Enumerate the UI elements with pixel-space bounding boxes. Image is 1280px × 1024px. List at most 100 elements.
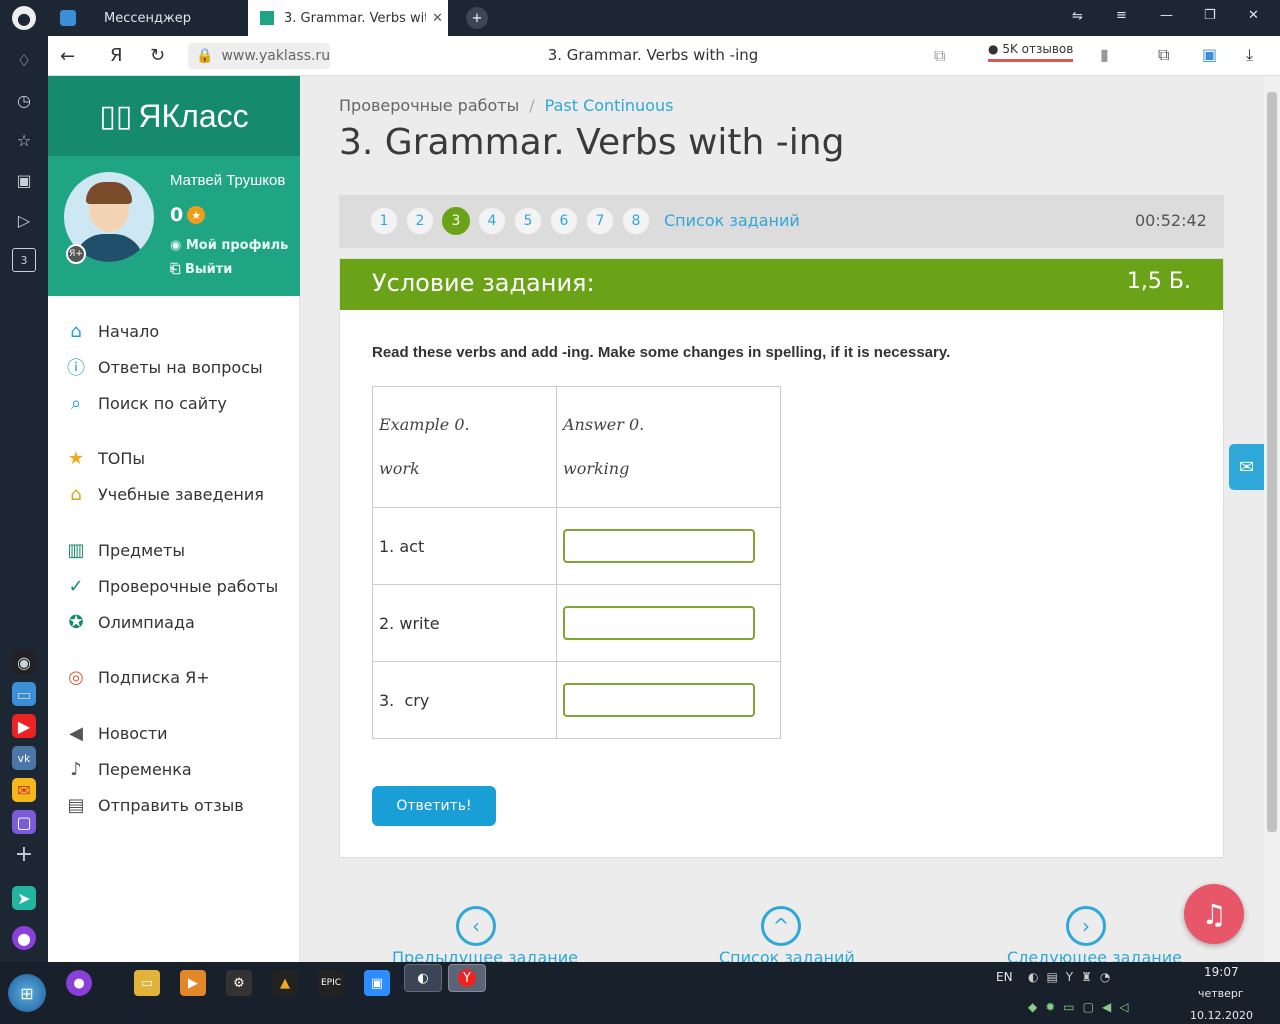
answer-input-2[interactable]: [563, 606, 755, 640]
explorer-icon[interactable]: ▭: [134, 970, 160, 996]
back-icon[interactable]: ←: [60, 46, 75, 67]
task-list-up-icon[interactable]: ^: [761, 906, 801, 946]
table-row: 2. write: [372, 584, 781, 662]
answer-input-1[interactable]: [563, 529, 755, 563]
next-task-link[interactable]: Следующее задание: [1007, 948, 1182, 962]
close-tab-icon[interactable]: ✕: [432, 11, 443, 26]
task-list-bottom-link[interactable]: Список заданий: [719, 948, 855, 962]
url-field[interactable]: 🔒 www.yaklass.ru: [188, 43, 330, 69]
bookmarks-panel-icon[interactable]: ⇋: [1072, 9, 1083, 24]
tabs-count-icon[interactable]: 3: [12, 248, 36, 272]
alice-app-icon[interactable]: ◉: [12, 650, 36, 674]
sidebar-item-home[interactable]: ⌂ Начало: [64, 319, 159, 343]
mail-icon[interactable]: ✉: [12, 778, 36, 802]
restore-icon[interactable]: ❐: [1204, 8, 1216, 23]
new-tab-icon[interactable]: +: [466, 7, 488, 29]
step-8[interactable]: 8: [622, 207, 650, 235]
feedback-mail-button[interactable]: ✉: [1229, 444, 1264, 490]
breadcrumb-parent[interactable]: Проверочные работы: [339, 96, 519, 115]
image-ext-icon[interactable]: ▣: [1202, 45, 1217, 64]
scrollbar-thumb[interactable]: [1267, 92, 1277, 832]
logo[interactable]: ▯▯ ЯКласс: [48, 76, 300, 156]
submit-button[interactable]: Ответить!: [372, 786, 496, 826]
tab-active[interactable]: 3. Grammar. Verbs with ✕: [248, 0, 448, 36]
step-1[interactable]: 1: [370, 207, 398, 235]
sidebar-item-news[interactable]: ◀ Новости: [64, 721, 168, 745]
step-3[interactable]: 3: [442, 207, 470, 235]
extensions-icon[interactable]: ⧉: [1158, 45, 1169, 65]
sidebar-item-schools[interactable]: ⌂ Учебные заведения: [64, 482, 264, 506]
sidebar-item-subjects[interactable]: ▥ Предметы: [64, 538, 184, 562]
step-4[interactable]: 4: [478, 207, 506, 235]
profile-link[interactable]: ◉ Мой профиль: [170, 238, 288, 253]
medal-icon: ✪: [68, 611, 84, 633]
discord-taskbar-icon[interactable]: ◐: [404, 964, 442, 992]
feedback-icon: ▤: [67, 794, 85, 816]
alice-taskbar-icon[interactable]: ●: [66, 970, 92, 996]
sidebar-item-label: Подписка Я+: [98, 667, 210, 687]
launcher-icon[interactable]: ▲: [272, 970, 298, 996]
vk-icon[interactable]: vk: [12, 746, 36, 770]
task-list-link[interactable]: Список заданий: [664, 211, 800, 230]
sidebar-item-label: Новости: [98, 723, 168, 743]
favorites-icon[interactable]: ☆: [12, 128, 36, 152]
step-2[interactable]: 2: [406, 207, 434, 235]
sidebar-item-tops[interactable]: ★ ТОПы: [64, 446, 145, 470]
bell-icon: ♫: [1201, 897, 1227, 931]
collections-icon[interactable]: ▣: [12, 168, 36, 192]
tab-messenger[interactable]: Мессенджер: [48, 0, 248, 36]
sidebar-item-subscription[interactable]: ◎ Подписка Я+: [64, 665, 210, 689]
question-icon: ⓘ: [67, 358, 85, 379]
game-icon[interactable]: ⚙: [226, 970, 252, 996]
youtube-icon[interactable]: ▶: [12, 714, 36, 738]
minimize-icon[interactable]: —: [1160, 8, 1173, 23]
ya-plus-badge: Я+: [66, 244, 86, 264]
user-name[interactable]: Матвей Трушков: [170, 172, 285, 189]
yandex-icon[interactable]: Я: [110, 45, 123, 66]
download-icon[interactable]: ⤓: [1246, 45, 1253, 65]
language-indicator[interactable]: EN: [996, 970, 1013, 984]
logout-link[interactable]: ⎗ Выйти: [170, 262, 232, 277]
add-app-icon[interactable]: +: [12, 842, 36, 867]
send-icon[interactable]: ➤: [12, 886, 36, 910]
prev-task-icon[interactable]: ‹: [456, 906, 496, 946]
reviews-badge[interactable]: ● 5K отзывов: [988, 42, 1074, 62]
epic-games-icon[interactable]: EPIC: [318, 970, 344, 996]
messenger-app-icon[interactable]: ▭: [12, 682, 36, 706]
close-window-icon[interactable]: ✕: [1248, 8, 1259, 23]
sidebar-item-break[interactable]: ♪ Переменка: [64, 757, 191, 781]
star-icon: ★: [67, 447, 85, 469]
sidebar-item-answers[interactable]: ⓘ Ответы на вопросы: [64, 355, 263, 380]
clock-time[interactable]: 19:07: [1204, 965, 1239, 979]
sidebar-item-search[interactable]: ⌕ Поиск по сайту: [64, 391, 227, 415]
sidebar-item-tests[interactable]: ✓ Проверочные работы: [64, 574, 278, 598]
media-player-icon[interactable]: ▶: [180, 970, 206, 996]
step-5[interactable]: 5: [514, 207, 542, 235]
prev-task-link[interactable]: Предыдущее задание: [392, 948, 578, 962]
menu-icon[interactable]: ≡: [1116, 8, 1127, 23]
page-scrollbar[interactable]: [1264, 76, 1280, 962]
bookmark-icon[interactable]: ▮: [1100, 45, 1109, 64]
tray-icons-bottom[interactable]: ◆✹▭▢◀◁: [1028, 1000, 1136, 1014]
sidebar-item-olympiad[interactable]: ✪ Олимпиада: [64, 610, 194, 634]
next-task-icon[interactable]: ›: [1066, 906, 1106, 946]
verb-cell: 3. cry: [372, 661, 557, 739]
start-button[interactable]: ⊞: [8, 974, 46, 1012]
notification-bell-button[interactable]: ♫: [1184, 884, 1244, 944]
reload-icon[interactable]: ↻: [150, 45, 165, 66]
sidebar-item-feedback[interactable]: ▤ Отправить отзыв: [64, 793, 243, 817]
app-icon[interactable]: ▢: [12, 810, 36, 834]
step-6[interactable]: 6: [550, 207, 578, 235]
share-icon[interactable]: ⧉: [934, 46, 945, 66]
answer-input-3[interactable]: [563, 683, 755, 717]
tray-icons-top[interactable]: ◐▤Y♜◔: [1028, 970, 1118, 984]
video-icon[interactable]: ▷: [12, 208, 36, 232]
yandex-browser-taskbar-icon[interactable]: Y: [448, 964, 486, 992]
zoom-icon[interactable]: ▣: [364, 970, 390, 996]
history-icon[interactable]: ◷: [12, 88, 36, 112]
step-7[interactable]: 7: [586, 207, 614, 235]
alice-icon[interactable]: ●: [12, 926, 36, 950]
notifications-icon[interactable]: ♢: [12, 48, 36, 72]
breadcrumb-current[interactable]: Past Continuous: [545, 96, 674, 115]
profile-icon[interactable]: ●: [12, 6, 36, 30]
